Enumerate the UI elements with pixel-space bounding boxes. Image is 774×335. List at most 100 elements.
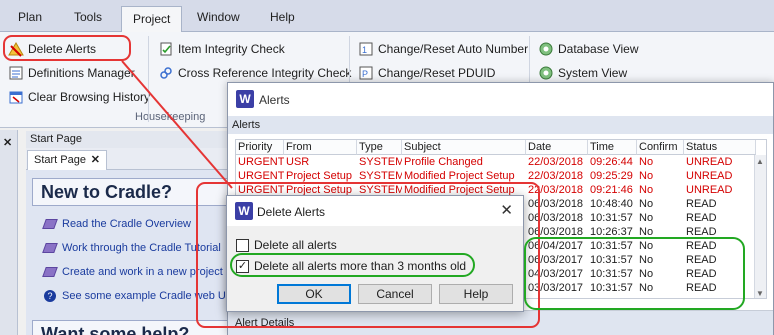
cell-status: READ bbox=[686, 282, 717, 294]
column-header-from[interactable]: From bbox=[284, 140, 357, 155]
delete-old-alerts-option[interactable]: ✓ Delete all alerts more than 3 months o… bbox=[236, 259, 466, 273]
checkbox-delete-old[interactable]: ✓ bbox=[236, 259, 249, 273]
link-example-web-uis[interactable]: ? See some example Cradle web UIs bbox=[44, 290, 234, 302]
definitions-icon bbox=[8, 65, 24, 81]
cell-subject: Modified Project Setup bbox=[404, 170, 515, 182]
column-header-confirm[interactable]: Confirm bbox=[637, 140, 684, 155]
start-page-body: New to Cradle? Read the Cradle Overview … bbox=[26, 170, 262, 335]
delete-alerts-dialog: W Delete Alerts ✕ Delete all alerts ✓ De… bbox=[226, 195, 524, 312]
cancel-button[interactable]: Cancel bbox=[358, 284, 432, 304]
tab-close-icon[interactable]: ✕ bbox=[91, 153, 100, 166]
database-view-icon bbox=[538, 41, 554, 57]
table-row[interactable]: URGENT USR SYSTEM Profile Changed 22/03/2018… bbox=[236, 156, 766, 170]
cell-date: 04/03/2017 bbox=[528, 268, 584, 280]
link-new-project[interactable]: Create and work in a new project bbox=[42, 266, 223, 278]
housekeeping-group-label: Housekeeping bbox=[135, 111, 206, 123]
cell-time: 09:25:29 bbox=[590, 170, 633, 182]
cell-status: UNREAD bbox=[686, 170, 733, 182]
cradle-logo-icon: W bbox=[235, 202, 253, 220]
cell-confirm: No bbox=[639, 184, 654, 196]
column-header-subject[interactable]: Subject bbox=[402, 140, 526, 155]
definitions-manager-button[interactable]: Definitions Manager bbox=[8, 64, 135, 82]
database-view-button[interactable]: Database View bbox=[538, 40, 639, 58]
cell-confirm: No bbox=[639, 212, 654, 224]
cell-priority: URGENT bbox=[238, 156, 284, 168]
number-reset-icon: 1 bbox=[358, 41, 374, 57]
cell-confirm: No bbox=[639, 226, 654, 238]
column-header-type[interactable]: Type bbox=[357, 140, 402, 155]
ok-button[interactable]: OK bbox=[277, 284, 351, 304]
gem-icon bbox=[42, 267, 58, 277]
svg-text:1: 1 bbox=[362, 45, 367, 55]
reset-auto-number-button[interactable]: 1 Change/Reset Auto Number bbox=[358, 40, 528, 58]
checkbox-delete-all[interactable] bbox=[236, 238, 249, 252]
gem-icon bbox=[42, 243, 58, 253]
integrity-check-icon bbox=[158, 41, 174, 57]
cell-time: 10:48:40 bbox=[590, 198, 633, 210]
cross-reference-check-button[interactable]: Cross Reference Integrity Check bbox=[158, 64, 351, 82]
menu-tools[interactable]: Tools bbox=[74, 10, 102, 24]
help-icon: ? bbox=[44, 290, 56, 302]
column-header-time[interactable]: Time bbox=[588, 140, 637, 155]
help-button[interactable]: Help bbox=[439, 284, 513, 304]
cell-status: READ bbox=[686, 254, 717, 266]
alert-delete-icon bbox=[8, 41, 24, 57]
cell-status: READ bbox=[686, 198, 717, 210]
cell-time: 09:26:44 bbox=[590, 156, 633, 168]
delete-all-alerts-option[interactable]: Delete all alerts bbox=[236, 238, 337, 252]
link-cradle-tutorial[interactable]: Work through the Cradle Tutorial bbox=[42, 242, 221, 254]
table-row[interactable]: URGENT Project Setup SYSTEM Modified Projec… bbox=[236, 170, 766, 184]
cell-type: SYSTEM bbox=[359, 170, 402, 182]
system-view-icon bbox=[538, 65, 554, 81]
cell-status: READ bbox=[686, 226, 717, 238]
cell-time: 10:31:57 bbox=[590, 240, 633, 252]
cell-status: READ bbox=[686, 212, 717, 224]
cell-status: READ bbox=[686, 268, 717, 280]
cradle-logo-icon: W bbox=[236, 90, 254, 108]
cell-type: SYSTEM bbox=[359, 156, 402, 168]
tab-start-page[interactable]: Start Page ✕ bbox=[27, 150, 107, 170]
svg-text:P: P bbox=[362, 69, 368, 79]
cell-from: USR bbox=[286, 156, 310, 168]
cell-confirm: No bbox=[639, 282, 654, 294]
dock-close-icon[interactable]: ✕ bbox=[3, 136, 12, 149]
cell-priority: URGENT bbox=[238, 170, 284, 182]
alerts-section-label: Alerts bbox=[228, 116, 773, 134]
alert-details-label: Alert Details bbox=[228, 310, 773, 335]
column-header-status[interactable]: Status bbox=[684, 140, 756, 155]
reset-pduid-button[interactable]: P Change/Reset PDUID bbox=[358, 64, 495, 82]
ribbon-separator bbox=[148, 36, 149, 122]
cell-confirm: No bbox=[639, 156, 654, 168]
alerts-titlebar: W Alerts bbox=[228, 83, 773, 115]
column-header-date[interactable]: Date bbox=[526, 140, 588, 155]
menu-plan[interactable]: Plan bbox=[18, 10, 42, 24]
close-icon[interactable]: ✕ bbox=[500, 201, 513, 219]
clear-history-button[interactable]: Clear Browsing History bbox=[8, 88, 150, 106]
menu-window[interactable]: Window bbox=[197, 10, 240, 24]
gem-icon bbox=[42, 219, 58, 229]
cell-time: 09:21:46 bbox=[590, 184, 633, 196]
column-header-priority[interactable]: Priority bbox=[236, 140, 284, 155]
menu-project[interactable]: Project bbox=[121, 6, 183, 33]
cell-date: 06/03/2018 bbox=[528, 226, 584, 238]
cell-time: 10:26:37 bbox=[590, 226, 633, 238]
link-cradle-overview[interactable]: Read the Cradle Overview bbox=[42, 218, 191, 230]
start-page-tabbar: Start Page ✕ bbox=[26, 148, 236, 170]
cell-date: 22/03/2018 bbox=[528, 184, 584, 196]
cell-status: READ bbox=[686, 240, 717, 252]
side-dock-strip: ✕ bbox=[0, 130, 18, 335]
start-page-panel-title: Start Page bbox=[26, 131, 236, 148]
cell-date: 03/03/2017 bbox=[528, 282, 584, 294]
menu-help[interactable]: Help bbox=[270, 10, 295, 24]
cell-date: 06/04/2017 bbox=[528, 240, 584, 252]
dialog-title: Delete Alerts bbox=[257, 205, 326, 219]
delete-alerts-button[interactable]: Delete Alerts bbox=[8, 40, 96, 58]
cell-time: 10:31:57 bbox=[590, 282, 633, 294]
calendar-clear-icon bbox=[8, 89, 24, 105]
system-view-button[interactable]: System View bbox=[538, 64, 627, 82]
menu-bar: Plan Tools Project Window Help bbox=[0, 0, 774, 33]
cell-confirm: No bbox=[639, 268, 654, 280]
cell-confirm: No bbox=[639, 198, 654, 210]
cell-time: 10:31:57 bbox=[590, 268, 633, 280]
item-integrity-check-button[interactable]: Item Integrity Check bbox=[158, 40, 285, 58]
